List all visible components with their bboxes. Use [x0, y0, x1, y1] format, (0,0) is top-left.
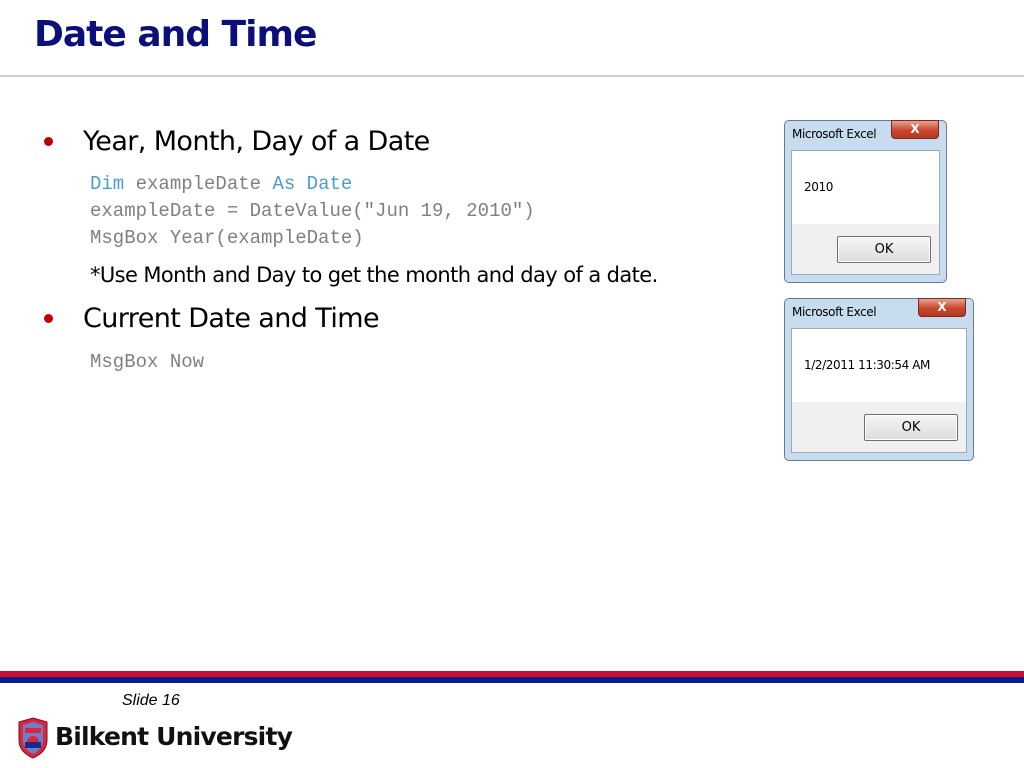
msgbox-caption: Microsoft Excel — [792, 127, 877, 141]
code-line: exampleDate = DateValue("Jun 19, 2010") — [90, 198, 535, 225]
msgbox-message: 1/2/2011 11:30:54 AM — [804, 358, 930, 372]
code-keyword: As — [272, 173, 296, 195]
code-text: MsgBox Now — [90, 351, 205, 373]
title-divider — [0, 75, 1024, 77]
msgbox-client: 2010 OK — [791, 150, 940, 275]
bullet-year-month-day: Year, Month, Day of a Date — [44, 126, 430, 157]
code-text: exampleDate = DateValue("Jun 19, 2010") — [90, 200, 535, 222]
bullet-dot-icon — [44, 137, 53, 146]
code-line: Dim exampleDate As Date — [90, 171, 535, 198]
code-block-year: Dim exampleDate As Date exampleDate = Dat… — [90, 171, 535, 252]
code-keyword: Date — [306, 173, 353, 195]
ok-button[interactable]: OK — [837, 236, 931, 263]
msgbox-year: Microsoft Excel X 2010 OK — [784, 120, 947, 283]
msgbox-caption: Microsoft Excel — [792, 305, 877, 319]
bullet-current-date-time: Current Date and Time — [44, 303, 380, 334]
footer-blue-stripe — [0, 677, 1024, 683]
msgbox-now: Microsoft Excel X 1/2/2011 11:30:54 AM O… — [784, 298, 974, 461]
close-icon[interactable]: X — [891, 120, 939, 139]
note-text: *Use Month and Day to get the month and … — [90, 263, 658, 287]
slide-number: Slide 16 — [122, 692, 180, 709]
slide-title: Date and Time — [34, 14, 317, 55]
code-line: MsgBox Now — [90, 349, 204, 376]
close-icon[interactable]: X — [918, 298, 966, 317]
university-crest-icon — [18, 717, 48, 759]
msgbox-content: 2010 — [792, 151, 939, 224]
code-line: MsgBox Year(exampleDate) — [90, 225, 535, 252]
bullet-text: Year, Month, Day of a Date — [83, 126, 430, 157]
msgbox-client: 1/2/2011 11:30:54 AM OK — [791, 328, 967, 453]
university-name: Bilkent University — [55, 722, 293, 751]
code-text: MsgBox Year(exampleDate) — [90, 227, 364, 249]
msgbox-content: 1/2/2011 11:30:54 AM — [792, 329, 966, 402]
code-keyword: Dim — [90, 173, 125, 195]
bullet-text: Current Date and Time — [83, 303, 380, 334]
msgbox-message: 2010 — [804, 180, 833, 194]
ok-button[interactable]: OK — [864, 414, 958, 441]
code-text: exampleDate — [124, 173, 273, 195]
code-block-now: MsgBox Now — [90, 349, 204, 376]
bullet-dot-icon — [44, 314, 53, 323]
